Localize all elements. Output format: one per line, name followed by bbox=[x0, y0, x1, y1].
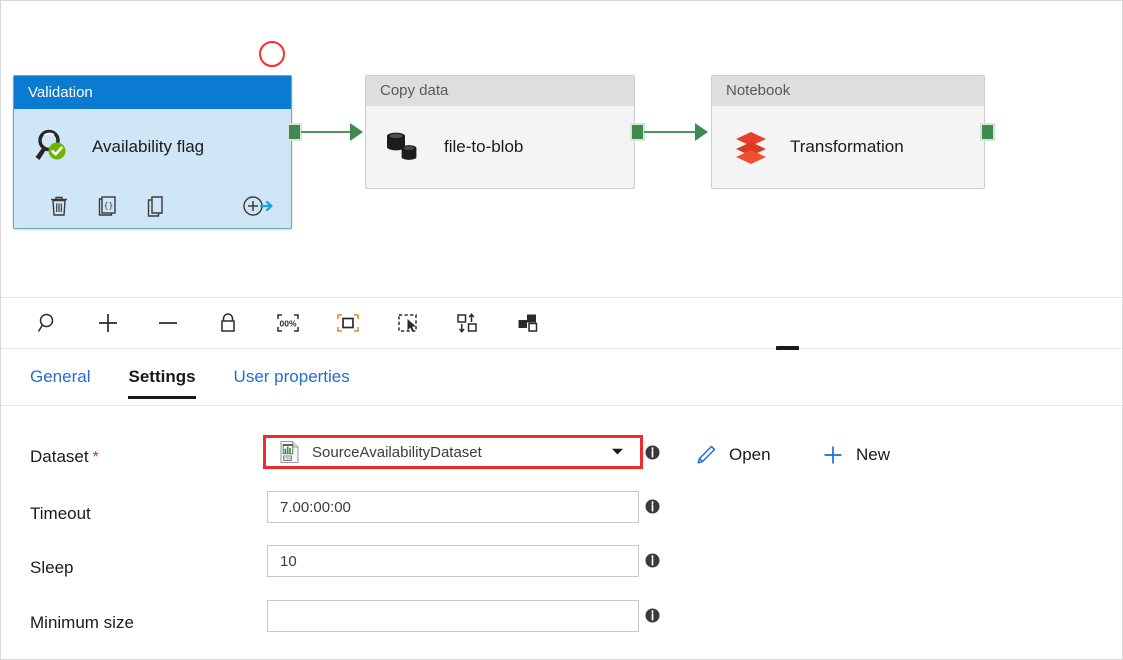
new-dataset-button[interactable]: New bbox=[821, 443, 890, 467]
sleep-value: 10 bbox=[280, 552, 297, 570]
timeout-value: 7.00:00:00 bbox=[280, 498, 351, 516]
chevron-down-icon[interactable] bbox=[611, 443, 624, 461]
svg-text:{}: {} bbox=[103, 201, 113, 210]
node-type-label: Notebook bbox=[712, 76, 984, 106]
new-button-label: New bbox=[856, 445, 891, 464]
lock-icon[interactable] bbox=[207, 306, 248, 340]
tab-user-properties[interactable]: User properties bbox=[234, 350, 350, 399]
required-indicator: * bbox=[92, 449, 99, 466]
open-button-label: Open bbox=[729, 445, 771, 464]
node-body: Availability flag bbox=[14, 109, 291, 185]
output-port-notebook[interactable] bbox=[980, 123, 995, 141]
node-name-label: Availability flag bbox=[92, 137, 205, 156]
minus-icon[interactable] bbox=[147, 306, 188, 340]
output-port-copy-data[interactable] bbox=[630, 123, 645, 141]
node-type-label: Validation bbox=[14, 76, 291, 109]
divider-above-tabs bbox=[1, 348, 1122, 349]
activity-node-copy-data[interactable]: Copy data file-to-blob bbox=[365, 75, 635, 189]
dataset-label: Dataset * bbox=[30, 447, 99, 467]
timeout-label: Timeout bbox=[30, 504, 91, 523]
magnifier-check-icon bbox=[30, 124, 76, 170]
add-arrow-icon[interactable] bbox=[242, 192, 276, 220]
minimum-size-input[interactable] bbox=[267, 600, 639, 632]
zoom-100-percent-icon[interactable]: 00% bbox=[267, 306, 308, 340]
auto-align-icon[interactable] bbox=[447, 306, 488, 340]
dataset-combobox-highlight: CSV SourceAvailabilityDataset bbox=[263, 435, 643, 469]
dataset-label-text: Dataset bbox=[30, 447, 89, 466]
connector-line-1 bbox=[301, 131, 351, 133]
magnifier-icon[interactable] bbox=[27, 306, 68, 340]
timeout-input[interactable]: 7.00:00:00 bbox=[267, 491, 639, 523]
pencil-icon bbox=[694, 443, 718, 467]
plus-icon[interactable] bbox=[87, 306, 128, 340]
properties-tabbar: General Settings User properties bbox=[1, 350, 1122, 405]
info-icon-sleep[interactable] bbox=[645, 553, 660, 568]
info-icon-dataset[interactable] bbox=[645, 445, 660, 460]
output-port-validation[interactable] bbox=[287, 123, 302, 141]
open-dataset-button[interactable]: Open bbox=[694, 443, 771, 467]
fit-to-screen-icon[interactable] bbox=[327, 306, 368, 340]
info-icon-timeout[interactable] bbox=[645, 499, 660, 514]
canvas-toolbar: 00% bbox=[1, 298, 1122, 348]
arrange-shapes-icon[interactable] bbox=[507, 306, 548, 340]
dataset-combobox[interactable]: CSV SourceAvailabilityDataset bbox=[266, 438, 640, 466]
dataset-value: SourceAvailabilityDataset bbox=[312, 443, 482, 461]
node-body: file-to-blob bbox=[366, 106, 634, 188]
pipeline-editor: Validation Availability flag {} Copy dat… bbox=[0, 0, 1123, 660]
node-action-bar: {} bbox=[14, 185, 291, 227]
pipeline-canvas[interactable]: Validation Availability flag {} Copy dat… bbox=[1, 1, 1122, 296]
database-copy-icon bbox=[382, 124, 428, 170]
svg-text:CSV: CSV bbox=[284, 457, 292, 461]
sleep-label: Sleep bbox=[30, 558, 74, 577]
connector-arrow-1 bbox=[350, 123, 363, 141]
plus-icon bbox=[821, 443, 845, 467]
copy-icon[interactable] bbox=[138, 192, 171, 220]
node-name-label: file-to-blob bbox=[444, 137, 524, 156]
svg-text:00%: 00% bbox=[279, 319, 296, 329]
tab-general[interactable]: General bbox=[30, 350, 90, 399]
trash-icon[interactable] bbox=[42, 192, 75, 220]
csv-dataset-icon: CSV bbox=[278, 440, 300, 464]
annotation-circle-highlight bbox=[259, 41, 285, 67]
node-name-label: Transformation bbox=[790, 137, 904, 156]
node-type-label: Copy data bbox=[366, 76, 634, 106]
activity-node-notebook[interactable]: Notebook Transformation bbox=[711, 75, 985, 189]
minimum-size-label: Minimum size bbox=[30, 613, 134, 632]
settings-form: Dataset * CSV SourceAvailabilityDataset … bbox=[1, 406, 1122, 659]
code-braces-icon[interactable]: {} bbox=[90, 192, 123, 220]
tab-settings[interactable]: Settings bbox=[128, 350, 196, 399]
connector-arrow-2 bbox=[695, 123, 708, 141]
marquee-select-icon[interactable] bbox=[387, 306, 428, 340]
sleep-input[interactable]: 10 bbox=[267, 545, 639, 577]
node-body: Transformation bbox=[712, 106, 984, 188]
info-icon-minimum-size[interactable] bbox=[645, 608, 660, 623]
connector-line-2 bbox=[644, 131, 696, 133]
databricks-stack-icon bbox=[728, 124, 774, 170]
activity-node-validation[interactable]: Validation Availability flag {} bbox=[13, 75, 292, 229]
